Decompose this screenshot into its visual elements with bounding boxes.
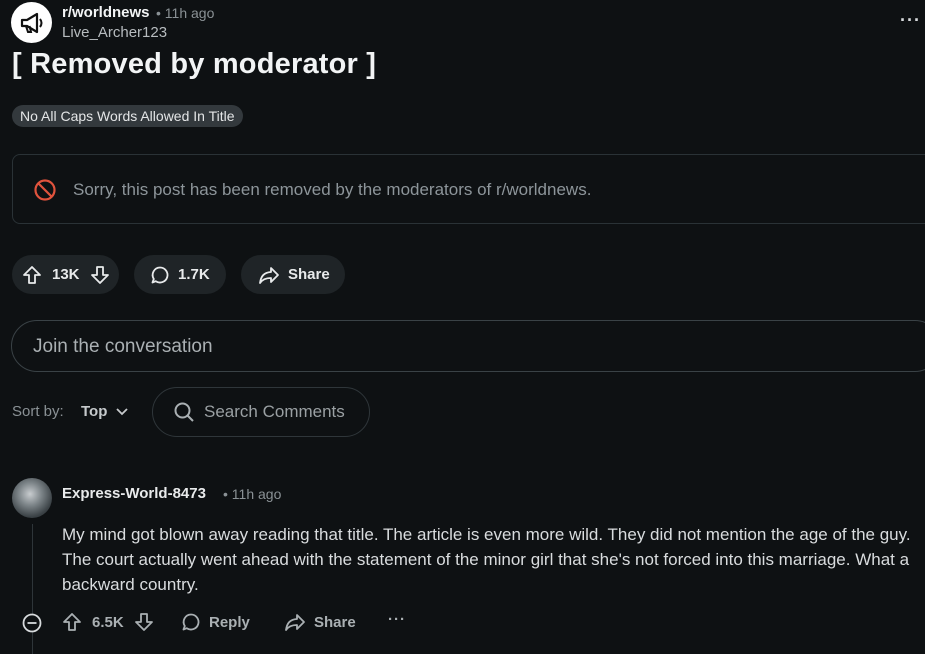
thread-line[interactable] (32, 524, 33, 654)
share-arrow-icon (284, 612, 306, 632)
subreddit-link[interactable]: r/worldnews (62, 4, 150, 21)
comment-timestamp: • 11h ago (223, 486, 282, 502)
post-title: [ Removed by moderator ] (12, 48, 377, 80)
search-icon (173, 401, 195, 423)
comment-share-label: Share (314, 613, 356, 631)
arrow-down-icon[interactable] (134, 612, 154, 632)
megaphone-icon (18, 9, 46, 37)
comment-reply-label: Reply (209, 613, 250, 631)
removed-notice-text: Sorry, this post has been removed by the… (73, 180, 592, 199)
speech-bubble-icon (181, 612, 201, 632)
sort-dropdown[interactable]: Top (81, 403, 107, 420)
ban-icon (33, 178, 57, 202)
post-flair[interactable]: No All Caps Words Allowed In Title (12, 105, 243, 127)
comment-reply-button[interactable]: Reply (181, 610, 250, 634)
post-upvote-count: 13K (52, 266, 80, 283)
join-conversation-placeholder: Join the conversation (33, 336, 213, 357)
minus-circle-icon[interactable] (21, 612, 43, 634)
post-timestamp: • 11h ago (156, 5, 215, 21)
share-arrow-icon (258, 265, 280, 285)
subreddit-avatar[interactable] (11, 2, 52, 43)
comment-vote-count: 6.5K (92, 613, 124, 631)
post-share-label: Share (288, 266, 330, 283)
arrow-up-icon[interactable] (62, 612, 82, 632)
search-comments-placeholder: Search Comments (204, 402, 345, 421)
comment-body: My mind got blown away reading that titl… (62, 525, 911, 594)
avatar[interactable] (12, 478, 52, 518)
comment-share-button[interactable]: Share (284, 610, 356, 634)
post-author-link[interactable]: Live_Archer123 (62, 24, 167, 41)
post-comments-button[interactable]: 1.7K (134, 255, 226, 294)
arrow-down-icon[interactable] (90, 265, 110, 285)
post-share-button[interactable]: Share (241, 255, 345, 294)
comment-more-options-button[interactable]: ··· (388, 611, 406, 628)
arrow-up-icon[interactable] (22, 265, 42, 285)
comment-author-link[interactable]: Express-World-8473 (62, 485, 206, 502)
sort-by-label: Sort by: (12, 403, 64, 420)
post-comment-count: 1.7K (178, 266, 210, 283)
comment-vote-group: 6.5K (62, 610, 154, 634)
post-vote-pill: 13K (12, 255, 119, 294)
post-more-options-button[interactable]: ··· (900, 10, 921, 31)
chevron-down-icon[interactable] (115, 406, 129, 418)
speech-bubble-icon (150, 265, 170, 285)
